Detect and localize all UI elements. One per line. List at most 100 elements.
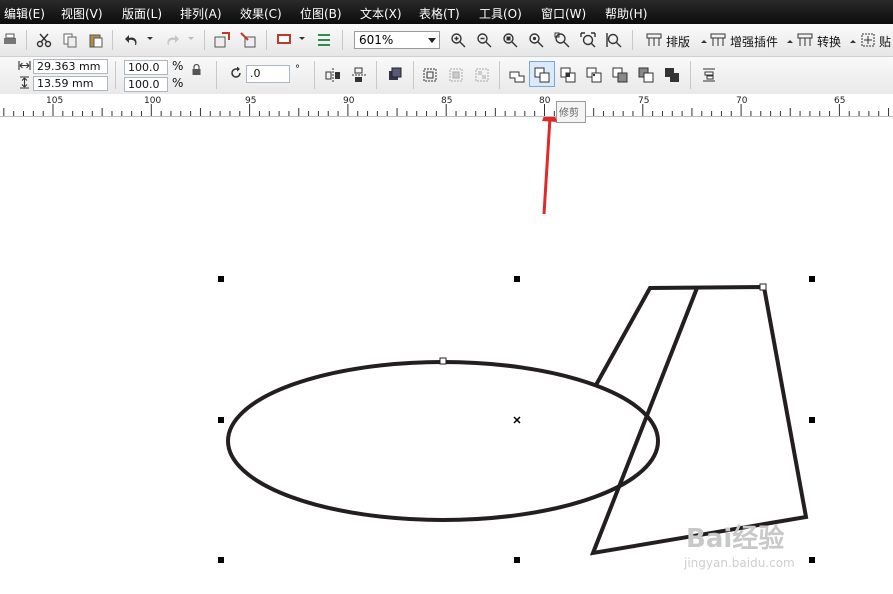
standard-toolbar: 601% 排版 增强插件 转换 贴 [0, 24, 893, 57]
print-icon[interactable] [2, 32, 18, 48]
combine-icon[interactable] [387, 66, 403, 82]
undo-dropdown-icon[interactable] [146, 34, 154, 42]
width-icon [18, 61, 31, 70]
launcher-dropdown-icon[interactable] [298, 34, 306, 42]
zoom-selected-icon[interactable] [502, 32, 518, 48]
selection-handle-top-middle[interactable] [514, 276, 520, 282]
layout-dropdown-icon[interactable] [700, 38, 708, 46]
menu-effects[interactable]: 效果(C) [240, 5, 282, 22]
property-bar: 29.363 mm 13.59 mm 100.0 % 100.0 % .0 ° [0, 57, 893, 95]
separator [112, 30, 113, 50]
zoom-all-objects-icon[interactable] [528, 32, 544, 48]
options-icon[interactable] [316, 32, 332, 48]
menu-bitmaps[interactable]: 位图(B) [300, 5, 342, 22]
paste-plugin-button[interactable]: 贴 [879, 33, 891, 50]
convert-dropdown-icon[interactable] [849, 38, 857, 46]
paste-plugin-icon[interactable] [860, 32, 876, 48]
back-minus-front-icon[interactable] [638, 67, 654, 83]
zoom-page-width-icon[interactable] [580, 32, 596, 48]
application-launcher-icon[interactable] [276, 32, 292, 48]
separator [216, 61, 217, 89]
ruler-label: 100 [144, 96, 162, 106]
enhance-plugin-icon[interactable] [710, 32, 726, 48]
export-icon[interactable] [240, 32, 256, 48]
menu-view[interactable]: 视图(V) [61, 5, 103, 22]
ruler-label: 70 [736, 96, 748, 106]
zoom-level-value: 601% [359, 33, 394, 47]
menu-bar: 编辑(E) 视图(V) 版面(L) 排列(A) 效果(C) 位图(B) 文本(X… [0, 0, 893, 24]
align-distribute-icon[interactable] [701, 67, 717, 83]
ruler-label: 105 [46, 96, 64, 106]
menu-text[interactable]: 文本(X) [360, 5, 402, 22]
selection-handle-middle-left[interactable] [218, 417, 224, 423]
ruler-label: 85 [441, 96, 453, 106]
menu-table[interactable]: 表格(T) [419, 5, 460, 22]
rotation-angle-field[interactable]: .0 [246, 65, 290, 83]
intersect-icon[interactable] [560, 67, 576, 83]
polygon-node[interactable] [759, 283, 767, 291]
front-minus-back-icon[interactable] [612, 67, 628, 83]
selection-handle-bottom-right[interactable] [809, 557, 815, 563]
trapezoid-shape[interactable] [589, 284, 809, 556]
lock-ratio-icon[interactable] [191, 64, 202, 76]
zoom-in-icon[interactable] [450, 32, 466, 48]
selection-handle-middle-right[interactable] [809, 417, 815, 423]
ruler-label: 80 [539, 96, 551, 106]
group-icon[interactable] [422, 67, 438, 83]
layout-plugin-icon[interactable] [646, 32, 662, 48]
simplify-icon[interactable] [586, 67, 602, 83]
redo-dropdown-icon[interactable] [187, 34, 195, 42]
menu-edit[interactable]: 编辑(E) [4, 5, 45, 22]
selection-handle-top-right[interactable] [809, 276, 815, 282]
selection-handle-bottom-middle[interactable] [514, 557, 520, 563]
menu-tools[interactable]: 工具(O) [479, 5, 522, 22]
redo-icon[interactable] [164, 32, 180, 48]
zoom-page-icon[interactable] [554, 32, 570, 48]
layout-button[interactable]: 排版 [666, 33, 690, 50]
ellipse-node[interactable] [439, 357, 447, 365]
annotation-arrow-head [542, 117, 557, 122]
menu-arrange[interactable]: 排列(A) [180, 5, 222, 22]
cut-icon[interactable] [36, 32, 52, 48]
create-boundary-icon[interactable] [664, 67, 680, 83]
weld-icon[interactable] [509, 67, 525, 83]
separator [690, 61, 691, 89]
paste-icon[interactable] [88, 32, 104, 48]
object-height-field[interactable]: 13.59 mm [33, 76, 108, 91]
separator [314, 61, 315, 89]
import-icon[interactable] [214, 32, 230, 48]
watermark-logo: Bai经验 [686, 524, 785, 554]
object-width-field[interactable]: 29.363 mm [33, 59, 108, 74]
ungroup-icon[interactable] [448, 67, 464, 83]
scale-x-percent: % [172, 59, 184, 73]
menu-window[interactable]: 窗口(W) [541, 5, 586, 22]
selection-center-marker[interactable] [513, 416, 521, 424]
zoom-level-select[interactable]: 601% [354, 31, 440, 49]
menu-help[interactable]: 帮助(H) [605, 5, 647, 22]
selection-handle-bottom-left[interactable] [218, 557, 224, 563]
separator [26, 30, 27, 50]
mirror-vertical-icon[interactable] [351, 67, 367, 83]
ungroup-all-icon[interactable] [474, 67, 490, 83]
trim-icon[interactable] [534, 67, 550, 83]
convert-plugin-icon[interactable] [797, 32, 813, 48]
enhance-plugin-button[interactable]: 增强插件 [730, 33, 778, 50]
ruler-label: 65 [834, 96, 846, 106]
zoom-out-icon[interactable] [476, 32, 492, 48]
scale-x-field[interactable]: 100.0 [124, 60, 168, 75]
convert-button[interactable]: 转换 [817, 33, 841, 50]
mirror-horizontal-icon[interactable] [325, 67, 341, 83]
annotation-arrow-shaft [542, 117, 552, 215]
zoom-page-height-icon[interactable] [606, 32, 622, 48]
undo-icon[interactable] [124, 32, 140, 48]
ellipse-shape[interactable] [226, 360, 660, 522]
menu-layout[interactable]: 版面(L) [122, 5, 162, 22]
enhance-dropdown-icon[interactable] [786, 38, 794, 46]
horizontal-ruler[interactable]: 105 100 95 90 85 80 75 70 65 [0, 94, 893, 117]
copy-icon[interactable] [62, 32, 78, 48]
scale-y-field[interactable]: 100.0 [124, 77, 168, 92]
selection-handle-top-left[interactable] [218, 276, 224, 282]
ruler-label: 95 [245, 96, 257, 106]
rotation-icon [231, 66, 241, 78]
degree-symbol: ° [295, 64, 300, 75]
